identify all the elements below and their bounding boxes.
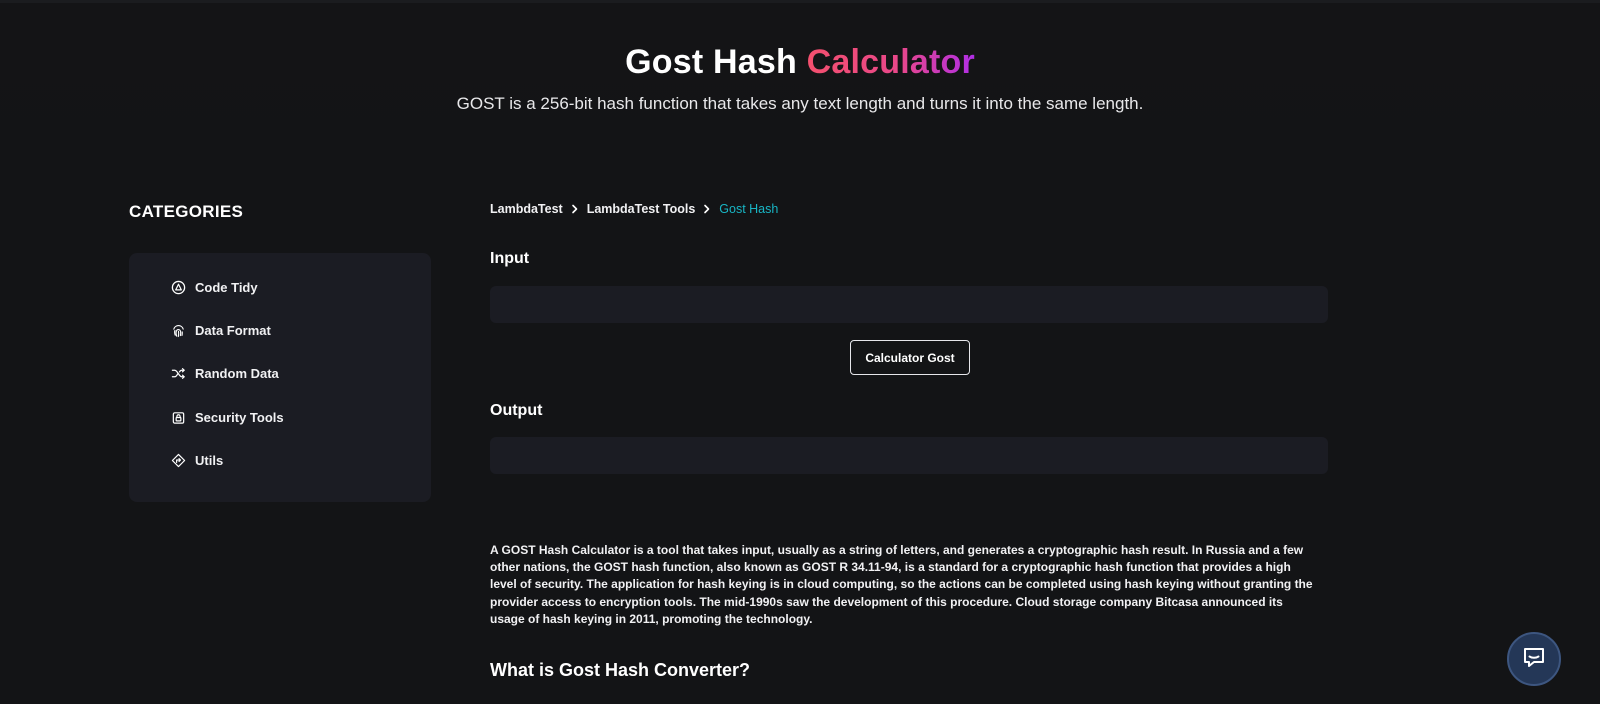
sidebar-item-code-tidy[interactable]: Code Tidy <box>171 275 258 299</box>
categories-panel: Code Tidy Data Format Random Data Securi… <box>129 253 431 502</box>
input-label: Input <box>490 250 530 267</box>
breadcrumb: LambdaTest LambdaTest Tools Gost Hash <box>490 202 778 216</box>
input-field[interactable] <box>490 286 1328 323</box>
sidebar-item-label: Random Data <box>195 365 279 381</box>
page-title: Gost Hash Calculator <box>0 40 1600 84</box>
chat-button[interactable] <box>1507 632 1561 686</box>
diamond-arrow-icon <box>171 453 186 468</box>
sidebar-item-data-format[interactable]: Data Format <box>171 318 271 342</box>
sidebar-item-security-tools[interactable]: Security Tools <box>171 405 284 429</box>
sidebar-item-label: Utils <box>195 452 224 468</box>
sidebar-item-label: Data Format <box>195 322 271 338</box>
sidebar-item-label: Security Tools <box>195 409 284 425</box>
top-strip <box>0 0 1600 3</box>
section-heading: What is Gost Hash Converter? <box>490 660 751 680</box>
page-title-main: Gost Hash <box>625 43 797 81</box>
output-field[interactable] <box>490 437 1328 474</box>
chevron-right-icon <box>702 204 712 214</box>
page-subtitle: GOST is a 256-bit hash function that tak… <box>456 94 1144 113</box>
lock-icon <box>171 410 186 425</box>
calculator-gost-button[interactable]: Calculator Gost <box>850 340 970 375</box>
categories-heading: CATEGORIES <box>129 202 244 221</box>
sidebar-item-utils[interactable]: Utils <box>171 448 223 472</box>
hero: Gost Hash Calculator GOST is a 256-bit h… <box>0 40 1600 116</box>
breadcrumb-item-gost-hash: Gost Hash <box>719 202 779 216</box>
breadcrumb-item-lambdatest-tools[interactable]: LambdaTest Tools <box>587 202 696 216</box>
output-label: Output <box>490 402 543 419</box>
chevron-right-icon <box>570 204 580 214</box>
description-text: A GOST Hash Calculator is a tool that ta… <box>490 543 1313 626</box>
code-tidy-icon <box>171 280 186 295</box>
page: Gost Hash Calculator GOST is a 256-bit h… <box>0 0 1600 704</box>
chat-bubble-icon <box>1521 644 1547 675</box>
sidebar-item-label: Code Tidy <box>195 279 258 295</box>
shuffle-icon <box>171 366 186 381</box>
fingerprint-icon <box>171 323 186 338</box>
breadcrumb-item-lambdatest[interactable]: LambdaTest <box>490 202 563 216</box>
sidebar-item-random-data[interactable]: Random Data <box>171 361 279 385</box>
page-title-accent: Calculator <box>806 43 975 81</box>
